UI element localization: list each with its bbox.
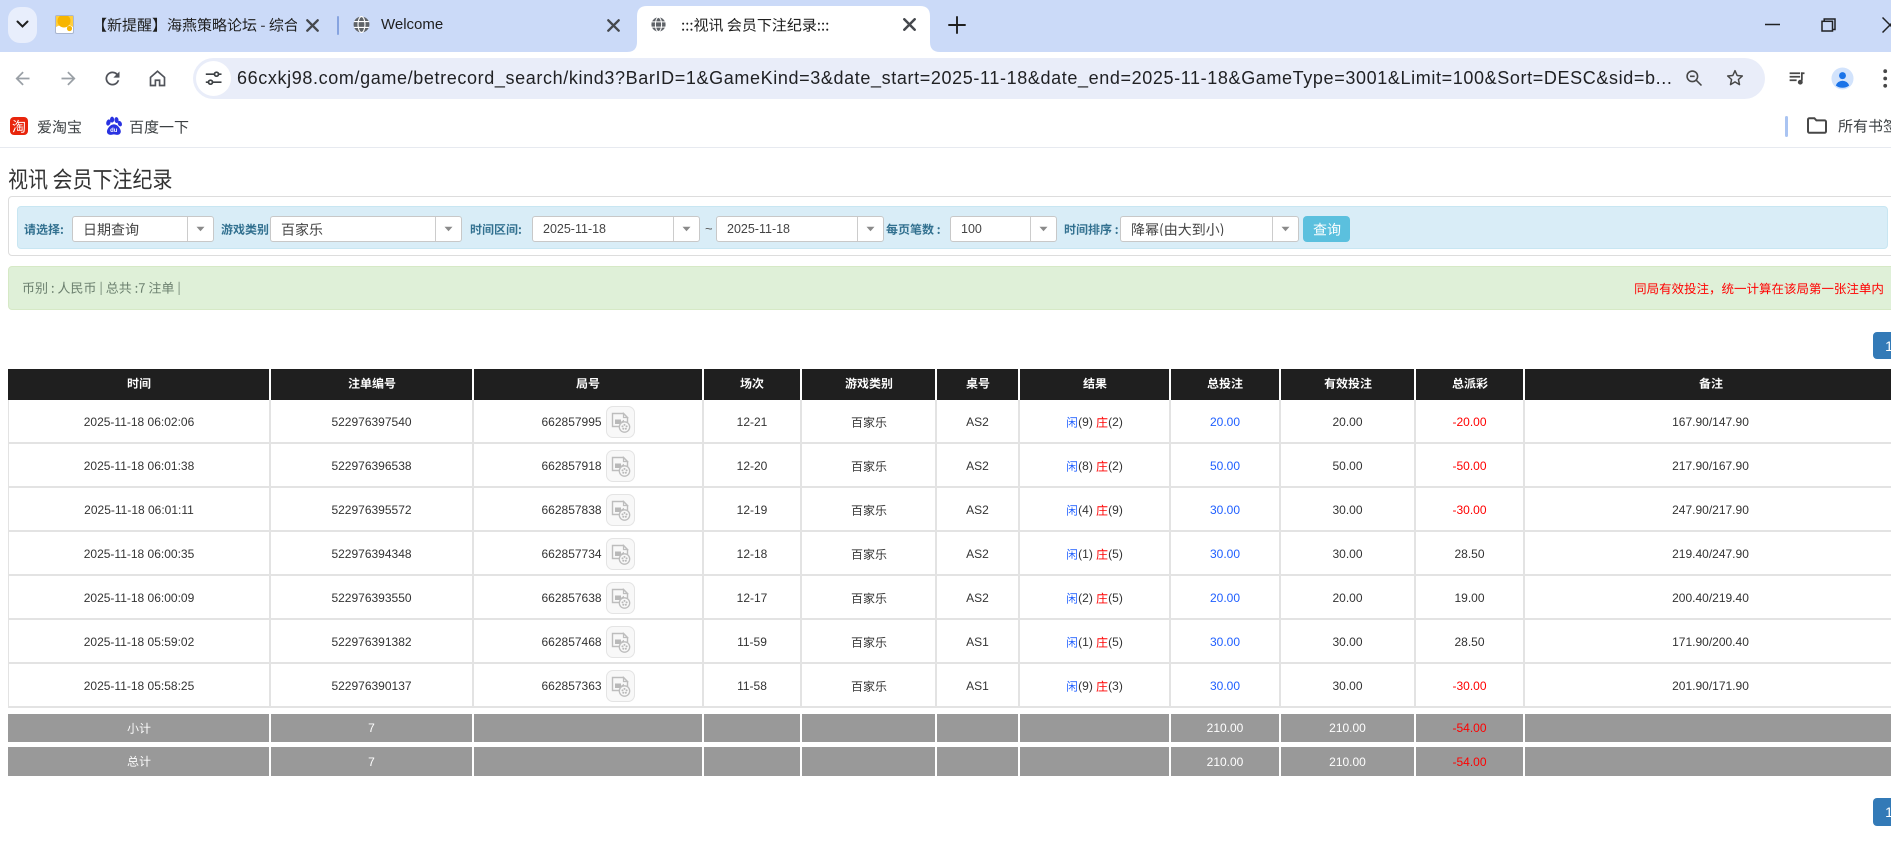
svg-text:du: du [110, 128, 118, 134]
